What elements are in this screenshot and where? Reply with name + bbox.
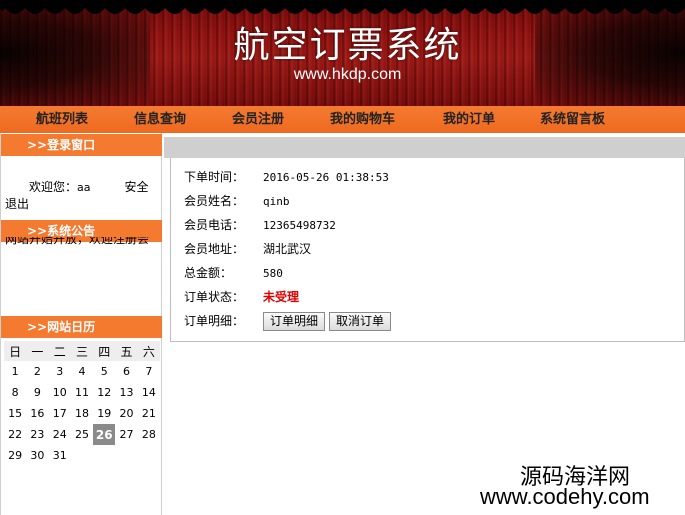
calendar-day[interactable]: 25 [71, 424, 93, 445]
site-url: www.hkdp.com [293, 66, 402, 83]
nav-shopping-cart[interactable]: 我的购物车 [330, 106, 395, 133]
calendar-day[interactable]: 19 [93, 403, 115, 424]
total-amount-row: 总金额： 580 [184, 263, 283, 283]
calendar-weekday-row: 日一二三四五六 [4, 341, 160, 361]
order-time-value: 2016-05-26 01:38:53 [263, 171, 389, 184]
calendar-day[interactable]: 5 [93, 361, 115, 382]
calendar-day[interactable]: 29 [4, 445, 26, 466]
order-time-row: 下单时间： 2016-05-26 01:38:53 [184, 167, 389, 187]
calendar-day[interactable]: 23 [26, 424, 48, 445]
calendar-day[interactable]: 16 [26, 403, 48, 424]
content-title-bar [164, 137, 685, 158]
calendar-day[interactable]: 14 [138, 382, 160, 403]
calendar-day-today[interactable]: 26 [93, 424, 116, 445]
order-status-value: 未受理 [263, 290, 300, 304]
site-title: 航空订票系统 [233, 25, 462, 66]
order-status-label: 订单状态： [184, 290, 245, 304]
calendar-header: >>网站日历 [1, 316, 162, 338]
calendar-day[interactable]: 28 [138, 424, 160, 445]
welcome-prefix: 欢迎您： [29, 180, 78, 194]
welcome-block: 欢迎您：aa 安全退出 [5, 179, 157, 213]
order-detail-panel: 下单时间： 2016-05-26 01:38:53 会员姓名： qinb 会员电话：… [170, 158, 685, 342]
member-address-row: 会员地址： 湖北武汉 [184, 239, 311, 259]
calendar-day[interactable]: 8 [4, 382, 26, 403]
nav-flight-list[interactable]: 航班列表 [36, 106, 88, 133]
main-nav: 航班列表 信息查询 会员注册 我的购物车 我的订单 系统留言板 [0, 106, 685, 133]
calendar-day[interactable]: 12 [93, 382, 115, 403]
calendar-day[interactable]: 9 [26, 382, 48, 403]
calendar-weekday: 四 [93, 341, 116, 361]
total-amount-value: 580 [263, 267, 283, 280]
calendar-day[interactable]: 11 [71, 382, 93, 403]
nav-my-orders[interactable]: 我的订单 [443, 106, 495, 133]
calendar-weekday: 一 [26, 341, 49, 361]
site-banner: 航空订票系统 www.hkdp.com [0, 0, 685, 106]
site-calendar: 日一二三四五六 1 2 3 4 5 6 7 8 9 10 11 12 13 14 15 16 17 18 19 20 2… [4, 341, 160, 466]
calendar-day[interactable]: 15 [4, 403, 26, 424]
calendar-weekday: 五 [115, 341, 138, 361]
calendar-week-row: 8 9 10 11 12 13 14 [4, 382, 160, 403]
calendar-week-row: 29 30 31 [4, 445, 160, 466]
order-detail-row: 订单明细： 订单明细 取消订单 [184, 311, 395, 331]
calendar-day[interactable]: 21 [138, 403, 160, 424]
member-address-value: 湖北武汉 [263, 242, 312, 256]
calendar-day[interactable]: 3 [49, 361, 71, 382]
calendar-day[interactable]: 2 [26, 361, 48, 382]
calendar-weekday: 二 [48, 341, 71, 361]
nav-member-register[interactable]: 会员注册 [232, 106, 284, 133]
calendar-day[interactable]: 4 [71, 361, 93, 382]
welcome-username: aa [77, 181, 91, 194]
watermark-url: www.codehy.com [480, 484, 650, 509]
order-detail-label: 订单明细： [184, 314, 245, 328]
calendar-day[interactable]: 17 [49, 403, 71, 424]
calendar-day [138, 445, 160, 466]
order-detail-button[interactable]: 订单明细 [263, 312, 326, 331]
sidebar: >>登录窗口 欢迎您：aa安全退出 >>系统公告 网站开始开放，欢迎注册会员！ … [0, 133, 162, 515]
cancel-order-button[interactable]: 取消订单 [329, 312, 392, 331]
calendar-week-row: 22 23 24 25 26 27 28 [4, 424, 160, 445]
calendar-weekday: 日 [4, 341, 27, 361]
order-time-label: 下单时间： [184, 170, 245, 184]
notice-marquee: 网站开始开放，欢迎注册会员！ [5, 237, 155, 249]
order-status-row: 订单状态： 未受理 [184, 287, 299, 307]
calendar-day[interactable]: 10 [49, 382, 71, 403]
member-phone-value: 12365498732 [263, 219, 336, 232]
calendar-day[interactable]: 13 [115, 382, 137, 403]
calendar-weekday: 三 [70, 341, 94, 361]
login-window-header: >>登录窗口 [1, 134, 162, 156]
calendar-day[interactable]: 6 [115, 361, 137, 382]
calendar-day[interactable]: 30 [26, 445, 48, 466]
member-name-row: 会员姓名： qinb [184, 191, 290, 211]
member-phone-label: 会员电话： [184, 218, 245, 232]
notice-text: 网站开始开放，欢迎注册会员！ [5, 237, 150, 246]
calendar-day[interactable]: 18 [71, 403, 93, 424]
calendar-day[interactable]: 31 [49, 445, 71, 466]
calendar-day[interactable]: 24 [49, 424, 71, 445]
calendar-week-row: 15 16 17 18 19 20 21 [4, 403, 160, 424]
calendar-week-row: 1234567 [4, 361, 160, 382]
calendar-day[interactable]: 1 [4, 361, 26, 382]
calendar-day [115, 445, 137, 466]
calendar-day[interactable]: 7 [138, 361, 160, 382]
calendar-day[interactable]: 20 [115, 403, 137, 424]
member-phone-row: 会员电话： 12365498732 [184, 215, 336, 235]
member-name-label: 会员姓名： [184, 194, 245, 208]
member-name-value: qinb [263, 195, 290, 208]
calendar-day [71, 445, 93, 466]
total-amount-label: 总金额： [184, 266, 233, 280]
calendar-day[interactable]: 22 [4, 424, 26, 445]
member-address-label: 会员地址： [184, 242, 245, 256]
calendar-weekday: 六 [137, 341, 160, 361]
calendar-days: 1 2 3 4 5 6 7 8 9 10 11 12 13 14 15 16 17 18 19 20 21 22 23 24 2… [4, 361, 160, 466]
calendar-day [93, 445, 115, 466]
nav-info-query[interactable]: 信息查询 [134, 106, 186, 133]
nav-message-board[interactable]: 系统留言板 [540, 106, 605, 133]
calendar-day[interactable]: 27 [115, 424, 137, 445]
